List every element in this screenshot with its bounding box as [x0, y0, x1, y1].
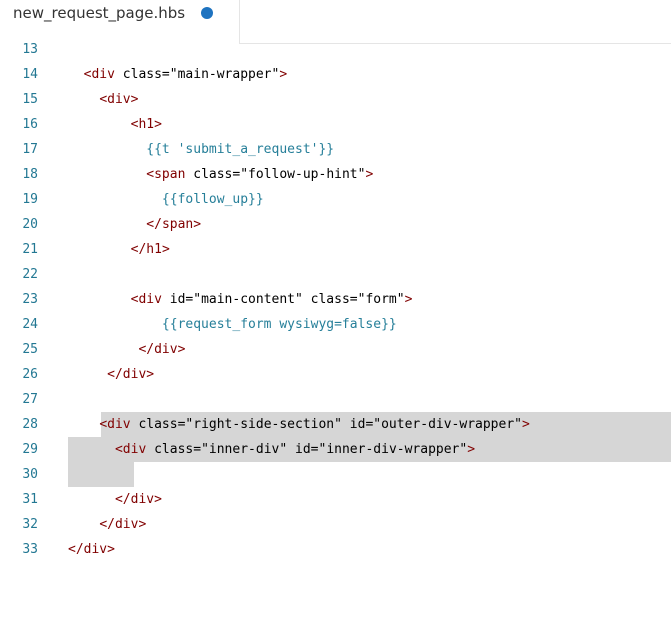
- line-number: 13: [22, 42, 38, 57]
- line-number: 28: [22, 417, 38, 432]
- line-number: 16: [22, 117, 38, 132]
- line-number: 24: [22, 317, 38, 332]
- line-code: {{follow_up}}: [161, 192, 264, 207]
- line-number: 32: [22, 517, 38, 532]
- line-number: 27: [22, 392, 38, 407]
- code-line[interactable]: 22: [0, 262, 671, 287]
- line-code: <div>: [99, 92, 139, 107]
- code-line[interactable]: 30: [0, 462, 671, 487]
- line-number: 15: [22, 92, 38, 107]
- line-code: {{request_form wysiwyg=false}}: [161, 317, 397, 332]
- line-number: 19: [22, 192, 38, 207]
- line-code: </div>: [138, 342, 186, 357]
- code-line[interactable]: 32 </div>: [0, 512, 671, 537]
- code-line[interactable]: 13: [0, 37, 671, 62]
- line-code: <h1>: [130, 117, 162, 132]
- line-number: 26: [22, 367, 38, 382]
- line-code: <div class="main-wrapper">: [83, 67, 288, 82]
- code-line[interactable]: 23 <div id="main-content" class="form">: [0, 287, 671, 312]
- code-line[interactable]: 29 <div class="inner-div" id="inner-div-…: [0, 437, 671, 462]
- line-code: </h1>: [130, 242, 170, 257]
- line-number: 18: [22, 167, 38, 182]
- tab-title: new_request_page.hbs: [13, 4, 186, 22]
- line-code: </div>: [114, 492, 162, 507]
- code-editor[interactable]: 13 14 <div class="main-wrapper"> 15 <div> 1…: [0, 37, 671, 624]
- line-code: <div class="inner-div" id="inner-div-wra…: [114, 442, 476, 457]
- code-line[interactable]: 26 </div>: [0, 362, 671, 387]
- line-code: </div>: [107, 367, 155, 382]
- line-number: 21: [22, 242, 38, 257]
- code-line[interactable]: 33 </div>: [0, 537, 671, 562]
- line-number: 20: [22, 217, 38, 232]
- code-line[interactable]: 24 {{request_form wysiwyg=false}}: [0, 312, 671, 337]
- code-line[interactable]: 16 <h1>: [0, 112, 671, 137]
- code-line[interactable]: 14 <div class="main-wrapper">: [0, 62, 671, 87]
- line-code: </div>: [68, 542, 115, 557]
- line-code: <div id="main-content" class="form">: [130, 292, 413, 307]
- line-number: 31: [22, 492, 38, 507]
- unsaved-dot-icon[interactable]: [201, 7, 213, 19]
- line-number: 25: [22, 342, 38, 357]
- code-line[interactable]: 18 <span class="follow-up-hint">: [0, 162, 671, 187]
- code-line[interactable]: 27: [0, 387, 671, 412]
- line-code: {{t 'submit_a_request'}}: [146, 142, 335, 157]
- code-line[interactable]: 20 </span>: [0, 212, 671, 237]
- code-line[interactable]: 19 {{follow_up}}: [0, 187, 671, 212]
- code-line[interactable]: 15 <div>: [0, 87, 671, 112]
- code-line[interactable]: 17 {{t 'submit_a_request'}}: [0, 137, 671, 162]
- line-code: <span class="follow-up-hint">: [146, 167, 374, 182]
- line-number: 22: [22, 267, 38, 282]
- line-number: 33: [22, 542, 38, 557]
- code-line[interactable]: 28 <div class="right-side-section" id="o…: [0, 412, 671, 437]
- code-line[interactable]: 21 </h1>: [0, 237, 671, 262]
- line-number: 29: [22, 442, 38, 457]
- line-number: 14: [22, 67, 38, 82]
- line-number: 30: [22, 467, 38, 482]
- line-code: </span>: [146, 217, 202, 232]
- code-line[interactable]: 31 </div>: [0, 487, 671, 512]
- line-code: </div>: [99, 517, 147, 532]
- line-number: 23: [22, 292, 38, 307]
- line-code: <div class="right-side-section" id="oute…: [99, 417, 530, 432]
- code-line[interactable]: 25 </div>: [0, 337, 671, 362]
- line-number: 17: [22, 142, 38, 157]
